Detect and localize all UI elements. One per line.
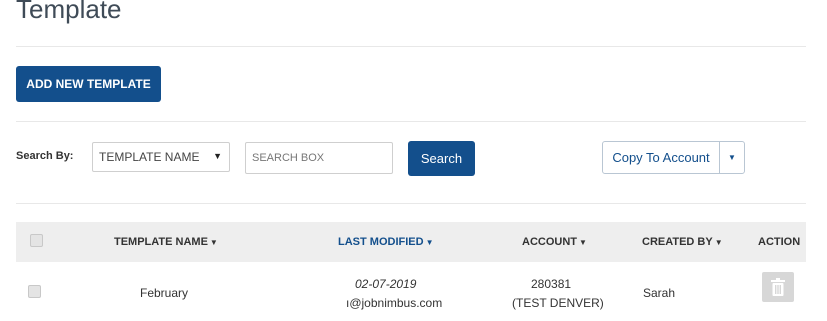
search-by-label: Search By: [16, 150, 74, 162]
copy-to-account-split-button: Copy To Account ▼ [602, 141, 745, 174]
caret-down-icon: ▼ [728, 153, 736, 162]
last-modified-date: 02-07-2019 [355, 277, 417, 291]
search-by-select[interactable]: TEMPLATE NAME ▼ [92, 142, 230, 172]
search-button[interactable]: Search [408, 141, 475, 176]
delete-template-button[interactable] [762, 272, 794, 302]
table-header: TEMPLATE NAME ▼ LAST MODIFIED ▼ ACCOUNT ▼ C… [16, 222, 806, 262]
column-header-last-modified[interactable]: LAST MODIFIED ▼ [338, 236, 433, 248]
trash-icon [771, 278, 785, 296]
row-checkbox[interactable] [28, 285, 41, 298]
copy-to-account-button[interactable]: Copy To Account [603, 142, 720, 173]
copy-to-account-dropdown-toggle[interactable]: ▼ [720, 142, 744, 173]
column-header-account[interactable]: ACCOUNT ▼ [522, 236, 587, 248]
search-by-select-value: TEMPLATE NAME [99, 150, 200, 164]
column-header-template-name[interactable]: TEMPLATE NAME ▼ [114, 236, 218, 248]
caret-down-icon: ▼ [213, 151, 222, 161]
column-header-created-by[interactable]: CREATED BY ▼ [642, 236, 723, 248]
add-new-template-button[interactable]: ADD NEW TEMPLATE [16, 66, 161, 102]
last-modified-by: ı@jobnimbus.com [346, 296, 443, 310]
sort-caret-icon: ▼ [714, 238, 723, 247]
column-header-action: ACTION [758, 236, 801, 248]
created-by-cell: Sarah [643, 286, 676, 300]
divider [16, 46, 806, 47]
page-title: Template [16, 0, 122, 24]
search-input[interactable] [245, 142, 393, 174]
account-name: (TEST DENVER) [512, 296, 604, 310]
template-name-cell[interactable]: February [140, 286, 188, 300]
divider [16, 121, 806, 122]
sort-caret-icon: ▼ [579, 238, 587, 247]
sort-caret-icon: ▼ [425, 238, 434, 247]
divider [16, 203, 806, 204]
sort-caret-icon: ▼ [209, 238, 218, 247]
select-all-checkbox[interactable] [30, 234, 43, 247]
account-id: 280381 [531, 277, 572, 291]
